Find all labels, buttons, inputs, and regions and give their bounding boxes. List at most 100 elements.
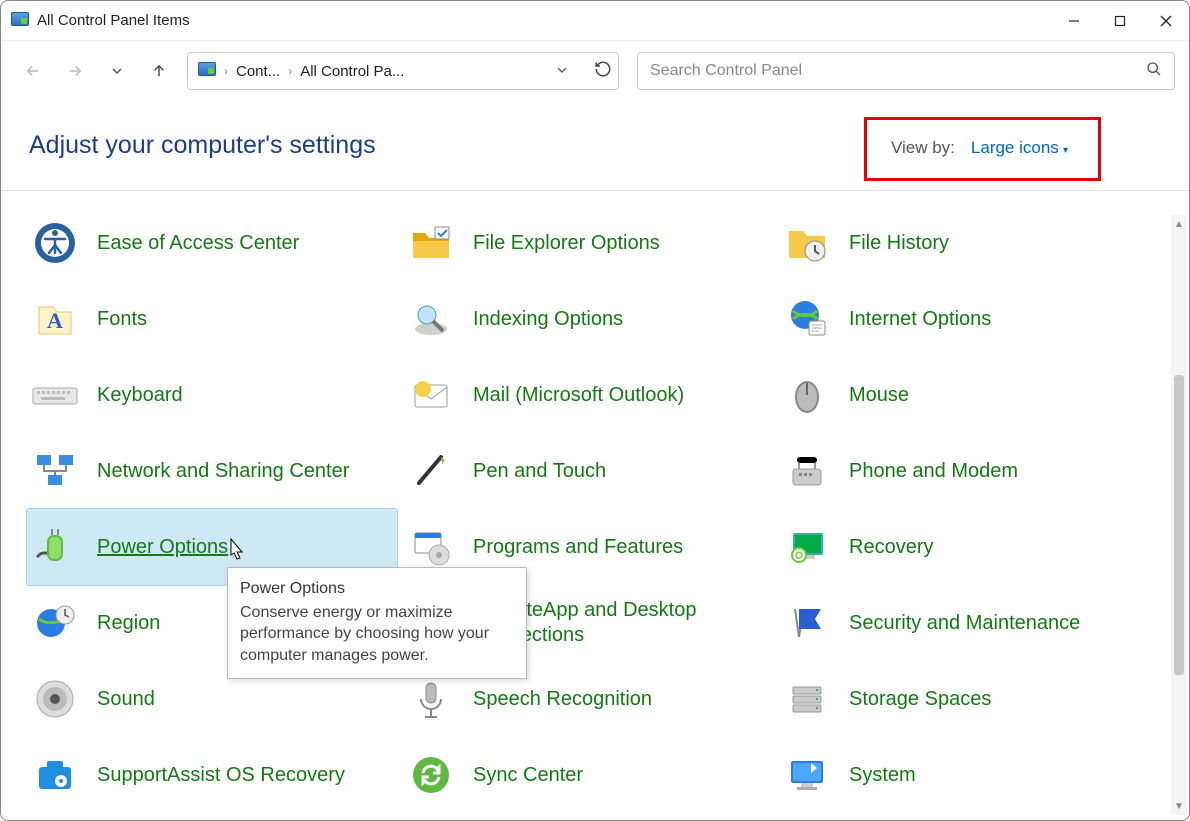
item-label: Ease of Access Center (97, 231, 299, 256)
item-label: Mail (Microsoft Outlook) (473, 383, 684, 408)
indexing-icon (407, 295, 455, 343)
folder-options-icon (407, 219, 455, 267)
item-phone-modem[interactable]: Phone and Modem (779, 433, 1149, 509)
view-by-value: Large icons (971, 138, 1059, 157)
item-keyboard[interactable]: Keyboard (27, 357, 397, 433)
chevron-right-icon[interactable]: › (288, 64, 292, 78)
maximize-button[interactable] (1097, 1, 1143, 41)
item-recovery[interactable]: Recovery (779, 509, 1149, 585)
item-label: System (849, 763, 916, 788)
pen-icon (407, 447, 455, 495)
tooltip-title: Power Options (240, 578, 514, 600)
item-label: Phone and Modem (849, 459, 1018, 484)
security-icon (783, 599, 831, 647)
ease-of-access-icon (31, 219, 79, 267)
view-by-dropdown[interactable]: Large icons ▾ (971, 138, 1068, 158)
tooltip: Power Options Conserve energy or maximiz… (227, 567, 527, 679)
file-history-icon (783, 219, 831, 267)
item-mail[interactable]: Mail (Microsoft Outlook) (403, 357, 773, 433)
item-security-maintenance[interactable]: Security and Maintenance (779, 585, 1149, 661)
chevron-down-icon: ▾ (1063, 145, 1068, 156)
scrollbar-thumb[interactable] (1174, 375, 1184, 675)
item-sync-center[interactable]: Sync Center (403, 737, 773, 813)
scroll-up-icon[interactable]: ▲ (1171, 215, 1187, 233)
search-placeholder: Search Control Panel (650, 62, 1146, 80)
address-dropdown[interactable] (556, 64, 568, 79)
scroll-down-icon[interactable]: ▼ (1171, 797, 1187, 815)
network-icon (31, 447, 79, 495)
search-box[interactable]: Search Control Panel (637, 52, 1175, 90)
item-fonts[interactable]: A Fonts (27, 281, 397, 357)
programs-icon (407, 523, 455, 571)
items-grid: Ease of Access Center File Explorer Opti… (27, 205, 1177, 813)
mouse-icon (783, 371, 831, 419)
heading-row: Adjust your computer's settings View by:… (1, 101, 1189, 190)
close-button[interactable] (1143, 1, 1189, 41)
refresh-button[interactable] (594, 60, 612, 82)
control-panel-icon (11, 12, 29, 30)
mail-icon (407, 371, 455, 419)
power-icon (31, 523, 79, 571)
sync-icon (407, 751, 455, 799)
vertical-scrollbar[interactable]: ▲ ▼ (1171, 215, 1187, 815)
up-button[interactable] (141, 53, 177, 89)
item-label: File History (849, 231, 949, 256)
keyboard-icon (31, 371, 79, 419)
item-network-sharing[interactable]: Network and Sharing Center (27, 433, 397, 509)
item-pen-touch[interactable]: Pen and Touch (403, 433, 773, 509)
page-heading: Adjust your computer's settings (29, 131, 376, 160)
address-bar[interactable]: › Cont... › All Control Pa... (187, 52, 619, 90)
back-button[interactable] (15, 53, 51, 89)
breadcrumb-seg1[interactable]: Cont... (236, 63, 280, 80)
item-label: Speech Recognition (473, 687, 652, 712)
control-panel-icon (198, 62, 216, 80)
region-icon (31, 599, 79, 647)
item-file-explorer-options[interactable]: File Explorer Options (403, 205, 773, 281)
item-label: Pen and Touch (473, 459, 606, 484)
item-internet-options[interactable]: Internet Options (779, 281, 1149, 357)
speech-icon (407, 675, 455, 723)
recovery-icon (783, 523, 831, 571)
item-label: Indexing Options (473, 307, 623, 332)
item-label: Recovery (849, 535, 933, 560)
chevron-right-icon[interactable]: › (224, 64, 228, 78)
item-label: Network and Sharing Center (97, 459, 349, 484)
search-icon[interactable] (1146, 61, 1162, 81)
forward-button[interactable] (57, 53, 93, 89)
item-system[interactable]: System (779, 737, 1149, 813)
item-label: Security and Maintenance (849, 611, 1080, 636)
item-label: Power Options (97, 535, 228, 560)
item-label: Mouse (849, 383, 909, 408)
item-indexing-options[interactable]: Indexing Options (403, 281, 773, 357)
item-file-history[interactable]: File History (779, 205, 1149, 281)
phone-icon (783, 447, 831, 495)
item-label: File Explorer Options (473, 231, 660, 256)
item-mouse[interactable]: Mouse (779, 357, 1149, 433)
internet-icon (783, 295, 831, 343)
history-dropdown[interactable] (99, 53, 135, 89)
item-label: Sync Center (473, 763, 583, 788)
svg-text:A: A (47, 308, 63, 333)
support-icon (31, 751, 79, 799)
view-by-highlight: View by: Large icons ▾ (864, 117, 1101, 181)
window-buttons (1051, 1, 1189, 41)
sound-icon (31, 675, 79, 723)
item-label: Region (97, 611, 160, 636)
item-label: Programs and Features (473, 535, 683, 560)
minimize-button[interactable] (1051, 1, 1097, 41)
item-label: Storage Spaces (849, 687, 991, 712)
item-label: Sound (97, 687, 155, 712)
item-label: Keyboard (97, 383, 183, 408)
item-ease-of-access[interactable]: Ease of Access Center (27, 205, 397, 281)
item-storage-spaces[interactable]: Storage Spaces (779, 661, 1149, 737)
item-label: Fonts (97, 307, 147, 332)
item-label: Internet Options (849, 307, 991, 332)
system-icon (783, 751, 831, 799)
item-label: SupportAssist OS Recovery (97, 763, 345, 788)
fonts-icon: A (31, 295, 79, 343)
breadcrumb-seg2[interactable]: All Control Pa... (300, 63, 404, 80)
storage-icon (783, 675, 831, 723)
navbar: › Cont... › All Control Pa... Search Con… (1, 41, 1189, 101)
content-area: Ease of Access Center File Explorer Opti… (1, 191, 1189, 791)
item-supportassist[interactable]: SupportAssist OS Recovery (27, 737, 397, 813)
